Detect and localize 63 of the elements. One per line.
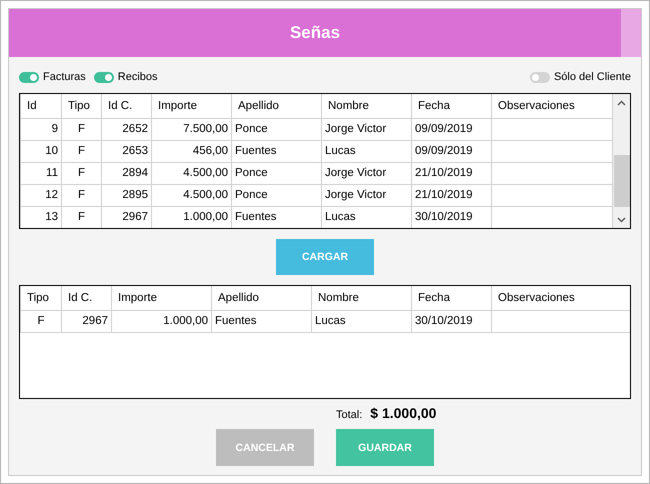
- total-value: $ 1.000,00: [370, 405, 436, 421]
- table-cell: Jorge Victor: [322, 162, 412, 184]
- table-cell: F: [62, 162, 102, 184]
- table-cell: 11: [20, 162, 62, 184]
- total-label: Total:: [336, 409, 362, 421]
- table-cell: 2967: [62, 310, 112, 332]
- table-cell: 21/10/2019: [412, 162, 492, 184]
- table-cell: F: [20, 310, 62, 332]
- table-cell: F: [62, 140, 102, 162]
- header-strip: [621, 9, 641, 57]
- table-cell: 2894: [102, 162, 152, 184]
- table-cell: 09/09/2019: [412, 118, 492, 140]
- scroll-down-icon[interactable]: [617, 217, 626, 223]
- column-header[interactable]: Id C.: [102, 94, 152, 118]
- toggle-switch[interactable]: [530, 72, 550, 82]
- table-cell: Jorge Victor: [322, 184, 412, 206]
- column-header[interactable]: Nombre: [322, 94, 412, 118]
- toggle-label: Sólo del Cliente: [554, 71, 631, 83]
- column-header[interactable]: Nombre: [312, 286, 412, 310]
- table-cell: Fuentes: [212, 310, 312, 332]
- toggle-switch[interactable]: [94, 72, 114, 82]
- table-cell: 2895: [102, 184, 152, 206]
- table-cell: Ponce: [232, 118, 322, 140]
- column-header[interactable]: Fecha: [412, 286, 492, 310]
- table-cell: 456,00: [152, 140, 232, 162]
- table-cell: 13: [20, 206, 62, 228]
- table-cell: F: [62, 184, 102, 206]
- scroll-thumb[interactable]: [614, 154, 630, 206]
- table-cell: 4.500,00: [152, 162, 232, 184]
- column-header[interactable]: Importe: [112, 286, 212, 310]
- table-cell: 12: [20, 184, 62, 206]
- table-cell: 9: [20, 118, 62, 140]
- table-cell: 21/10/2019: [412, 184, 492, 206]
- table-cell: Lucas: [322, 140, 412, 162]
- table-cell: 1.000,00: [112, 310, 212, 332]
- table-cell: 30/10/2019: [412, 310, 492, 332]
- scroll-up-icon[interactable]: [617, 100, 626, 106]
- column-header[interactable]: Apellido: [232, 94, 322, 118]
- table-cell: Jorge Victor: [322, 118, 412, 140]
- table-cell: F: [62, 118, 102, 140]
- table-cell: 7.500,00: [152, 118, 232, 140]
- table-cell: Lucas: [312, 310, 412, 332]
- table-cell: 2652: [102, 118, 152, 140]
- table-cell: 09/09/2019: [412, 140, 492, 162]
- column-header[interactable]: Id C.: [62, 286, 112, 310]
- column-header[interactable]: Id: [20, 94, 62, 118]
- column-header[interactable]: Importe: [152, 94, 232, 118]
- table-cell: Fuentes: [232, 140, 322, 162]
- table-cell: 2653: [102, 140, 152, 162]
- column-header[interactable]: Apellido: [212, 286, 312, 310]
- column-header[interactable]: Tipo: [62, 94, 102, 118]
- table-cell: 4.500,00: [152, 184, 232, 206]
- table-cell: 10: [20, 140, 62, 162]
- header-title: Señas: [288, 22, 342, 44]
- toggle-label: Recibos: [118, 71, 158, 83]
- table-cell: Ponce: [232, 184, 322, 206]
- toggle-label: Facturas: [43, 71, 86, 83]
- scrollbar[interactable]: [613, 94, 630, 228]
- column-header[interactable]: Observaciones: [492, 94, 612, 118]
- column-header[interactable]: Fecha: [412, 94, 492, 118]
- table-cell: Ponce: [232, 162, 322, 184]
- toggle-switch[interactable]: [19, 72, 39, 82]
- column-header[interactable]: Tipo: [20, 286, 62, 310]
